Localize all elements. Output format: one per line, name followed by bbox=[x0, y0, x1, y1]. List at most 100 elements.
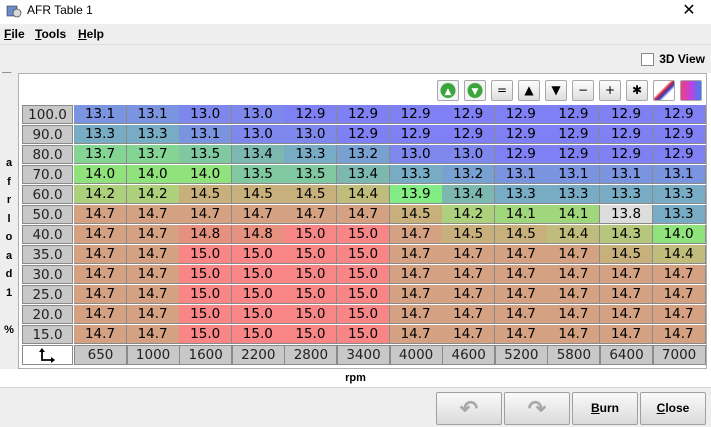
table-cell[interactable]: 14.0 bbox=[652, 225, 706, 244]
table-cell[interactable]: 13.1 bbox=[126, 105, 180, 124]
table-cell[interactable]: 13.4 bbox=[231, 145, 285, 164]
menu-help[interactable]: Help bbox=[78, 27, 104, 41]
table-cell[interactable]: 13.4 bbox=[442, 185, 496, 204]
table-cell[interactable]: 14.2 bbox=[74, 185, 127, 204]
table-cell[interactable]: 13.7 bbox=[74, 145, 127, 164]
table-cell[interactable]: 14.7 bbox=[442, 305, 496, 324]
multiply-button[interactable]: ✱ bbox=[626, 80, 648, 101]
table-cell[interactable]: 14.7 bbox=[494, 305, 548, 324]
table-cell[interactable]: 13.3 bbox=[284, 145, 338, 164]
table-cell[interactable]: 14.7 bbox=[547, 285, 601, 304]
table-cell[interactable]: 14.7 bbox=[126, 265, 180, 284]
table-cell[interactable]: 14.7 bbox=[600, 285, 653, 304]
table-cell[interactable]: 13.4 bbox=[337, 165, 390, 184]
table-cell[interactable]: 14.0 bbox=[74, 165, 127, 184]
table-cell[interactable]: 14.7 bbox=[389, 305, 443, 324]
table-cell[interactable]: 14.7 bbox=[74, 245, 127, 264]
table-cell[interactable]: 15.0 bbox=[231, 285, 285, 304]
table-cell[interactable]: 13.0 bbox=[284, 125, 338, 144]
table-cell[interactable]: 14.7 bbox=[442, 285, 496, 304]
table-cell[interactable]: 12.9 bbox=[652, 125, 706, 144]
table-cell[interactable]: 14.7 bbox=[442, 245, 496, 264]
table-cell[interactable]: 14.5 bbox=[600, 245, 653, 264]
table-cell[interactable]: 15.0 bbox=[284, 305, 338, 324]
table-cell[interactable]: 14.7 bbox=[284, 205, 338, 224]
table-cell[interactable]: 13.0 bbox=[389, 145, 443, 164]
table-cell[interactable]: 14.7 bbox=[74, 285, 127, 304]
table-cell[interactable]: 12.9 bbox=[547, 125, 601, 144]
table-cell[interactable]: 13.2 bbox=[442, 165, 496, 184]
table-cell[interactable]: 13.3 bbox=[600, 185, 653, 204]
table-cell[interactable]: 14.7 bbox=[337, 205, 390, 224]
table-cell[interactable]: 14.7 bbox=[547, 245, 601, 264]
table-cell[interactable]: 12.9 bbox=[652, 105, 706, 124]
table-cell[interactable]: 14.1 bbox=[547, 205, 601, 224]
table-cell[interactable]: 15.0 bbox=[337, 305, 390, 324]
table-cell[interactable]: 15.0 bbox=[231, 245, 285, 264]
table-cell[interactable]: 13.3 bbox=[494, 185, 548, 204]
table-cell[interactable]: 15.0 bbox=[231, 265, 285, 284]
table-cell[interactable]: 14.7 bbox=[494, 285, 548, 304]
table-cell[interactable]: 14.2 bbox=[442, 205, 496, 224]
table-cell[interactable]: 14.7 bbox=[442, 325, 496, 344]
table-cell[interactable]: 15.0 bbox=[284, 325, 338, 344]
table-cell[interactable]: 14.5 bbox=[284, 185, 338, 204]
table-cell[interactable]: 14.8 bbox=[231, 225, 285, 244]
table-cell[interactable]: 13.8 bbox=[600, 205, 653, 224]
table-cell[interactable]: 14.7 bbox=[547, 325, 601, 344]
table-cell[interactable]: 12.9 bbox=[442, 125, 496, 144]
table-cell[interactable]: 12.9 bbox=[494, 105, 548, 124]
table-cell[interactable]: 12.9 bbox=[600, 105, 653, 124]
table-cell[interactable]: 14.7 bbox=[600, 265, 653, 284]
add-button[interactable]: + bbox=[599, 80, 621, 101]
table-cell[interactable]: 13.5 bbox=[231, 165, 285, 184]
3d-view-checkbox[interactable] bbox=[641, 52, 655, 66]
table-cell[interactable]: 15.0 bbox=[284, 245, 338, 264]
table-cell[interactable]: 14.7 bbox=[126, 285, 180, 304]
table-cell[interactable]: 15.0 bbox=[284, 225, 338, 244]
table-cell[interactable]: 15.0 bbox=[231, 305, 285, 324]
menu-file[interactable]: File bbox=[4, 27, 25, 41]
axis-swap-button[interactable] bbox=[22, 345, 73, 365]
table-cell[interactable]: 13.3 bbox=[126, 125, 180, 144]
table-cell[interactable]: 14.7 bbox=[126, 305, 180, 324]
table-cell[interactable]: 12.9 bbox=[442, 105, 496, 124]
redo-button[interactable]: ↷ bbox=[504, 392, 570, 425]
table-cell[interactable]: 12.9 bbox=[547, 145, 601, 164]
table-cell[interactable]: 14.0 bbox=[126, 165, 180, 184]
table-cell[interactable]: 13.1 bbox=[74, 105, 127, 124]
table-cell[interactable]: 12.9 bbox=[600, 145, 653, 164]
table-cell[interactable]: 14.7 bbox=[652, 325, 706, 344]
interpolate-icon[interactable]: ⁄ bbox=[653, 80, 675, 101]
table-cell[interactable]: 13.1 bbox=[547, 165, 601, 184]
table-cell[interactable]: 12.9 bbox=[652, 145, 706, 164]
color-scale-icon[interactable]: ▮ bbox=[680, 80, 702, 101]
table-cell[interactable]: 15.0 bbox=[337, 265, 390, 284]
set-equal-button[interactable]: = bbox=[491, 80, 513, 101]
table-cell[interactable]: 14.7 bbox=[74, 325, 127, 344]
subtract-button[interactable]: − bbox=[572, 80, 594, 101]
table-cell[interactable]: 14.7 bbox=[600, 305, 653, 324]
table-cell[interactable]: 14.7 bbox=[494, 265, 548, 284]
table-cell[interactable]: 14.7 bbox=[389, 265, 443, 284]
table-cell[interactable]: 14.5 bbox=[494, 225, 548, 244]
table-cell[interactable]: 14.7 bbox=[600, 325, 653, 344]
table-cell[interactable]: 15.0 bbox=[179, 245, 233, 264]
table-cell[interactable]: 14.5 bbox=[442, 225, 496, 244]
table-cell[interactable]: 13.5 bbox=[284, 165, 338, 184]
table-cell[interactable]: 14.7 bbox=[126, 225, 180, 244]
table-cell[interactable]: 14.5 bbox=[179, 185, 233, 204]
decrement-green-icon[interactable]: ▼ bbox=[464, 80, 486, 101]
table-cell[interactable]: 14.7 bbox=[74, 205, 127, 224]
table-cell[interactable]: 14.0 bbox=[179, 165, 233, 184]
table-cell[interactable]: 15.0 bbox=[337, 325, 390, 344]
table-cell[interactable]: 14.5 bbox=[389, 205, 443, 224]
table-cell[interactable]: 14.7 bbox=[652, 265, 706, 284]
table-cell[interactable]: 14.7 bbox=[442, 265, 496, 284]
table-cell[interactable]: 14.7 bbox=[126, 245, 180, 264]
table-cell[interactable]: 15.0 bbox=[179, 305, 233, 324]
table-cell[interactable]: 15.0 bbox=[179, 325, 233, 344]
table-cell[interactable]: 14.7 bbox=[652, 285, 706, 304]
table-cell[interactable]: 14.7 bbox=[389, 225, 443, 244]
close-button[interactable]: Close bbox=[640, 392, 706, 425]
